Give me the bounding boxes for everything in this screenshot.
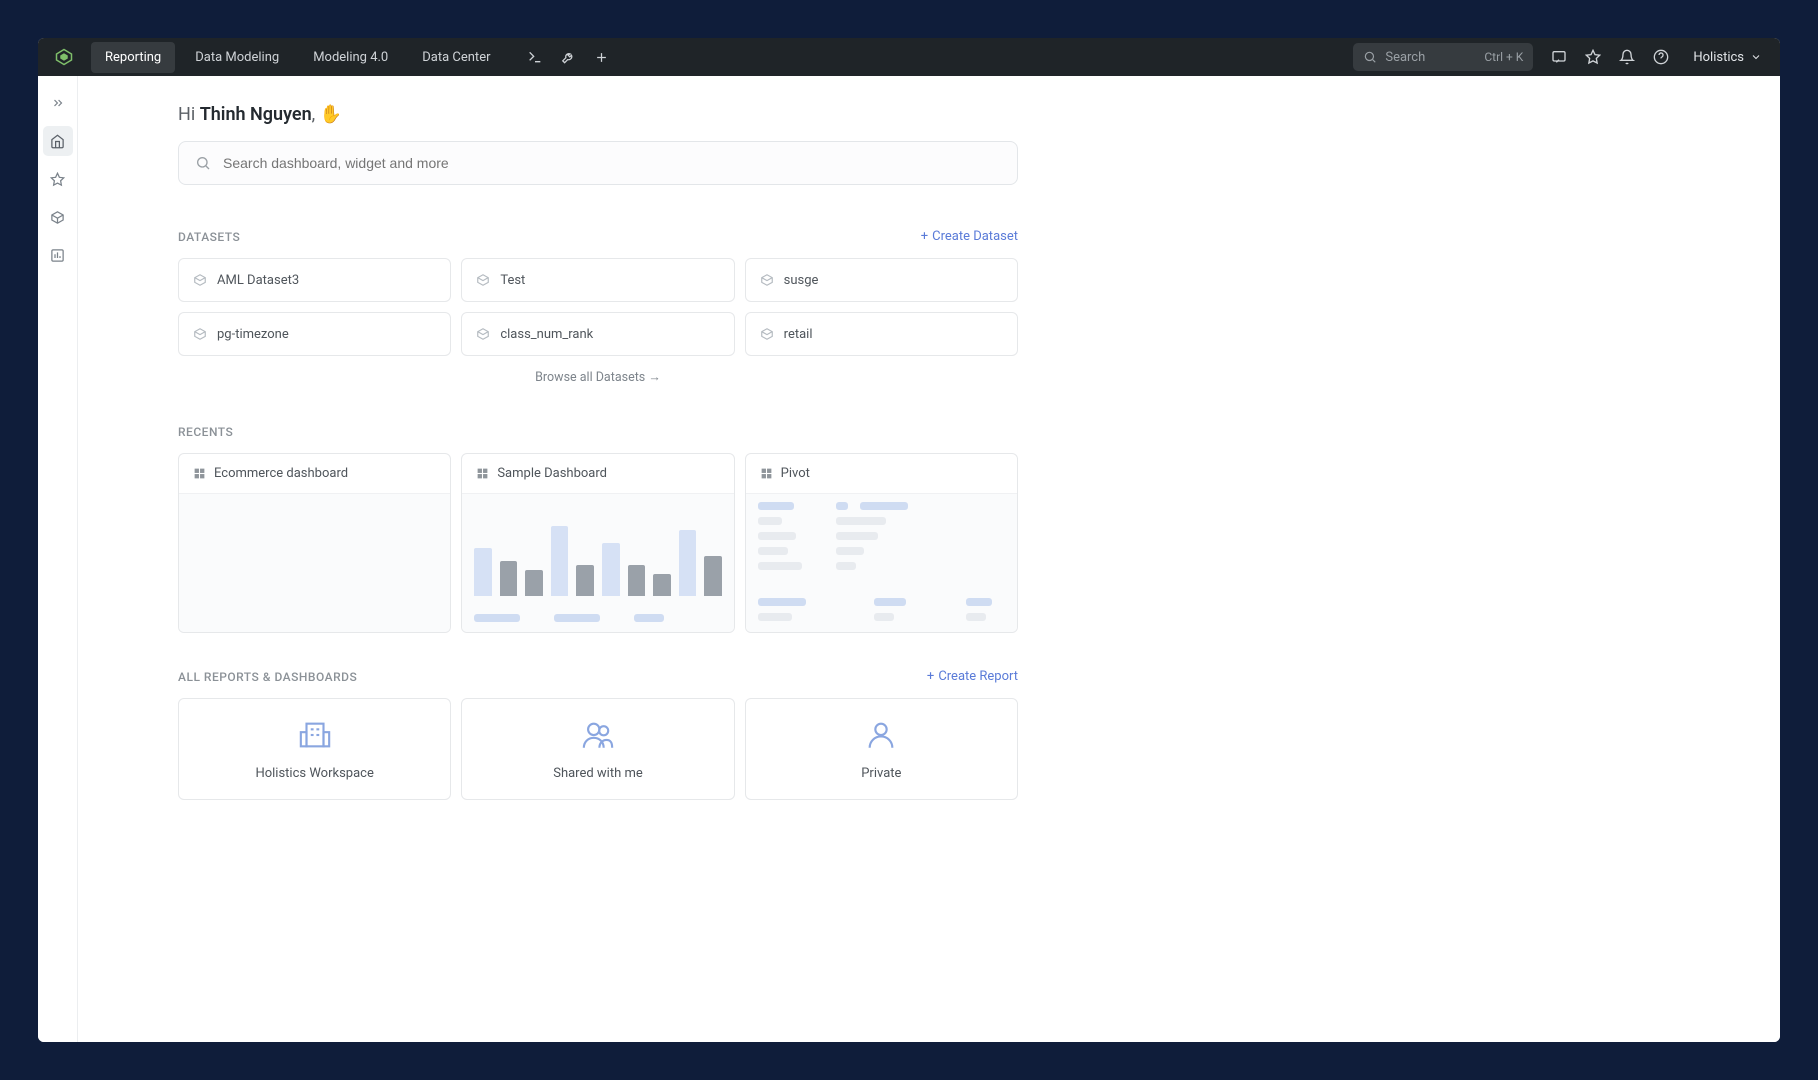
sidebar-datasets[interactable] <box>43 202 73 232</box>
wrench-icon[interactable] <box>561 50 576 65</box>
left-sidebar <box>38 76 78 1042</box>
dataset-label: susge <box>784 273 819 288</box>
recents-grid: Ecommerce dashboard Sample Dashboard <box>178 453 1018 633</box>
folders-title: ALL REPORTS & DASHBOARDS <box>178 670 357 684</box>
recent-label: Pivot <box>781 466 810 481</box>
search-icon <box>195 155 211 171</box>
help-icon[interactable] <box>1653 49 1669 65</box>
dataset-card[interactable]: retail <box>745 312 1018 356</box>
recent-card-pivot[interactable]: Pivot <box>745 453 1018 633</box>
greeting-pre: Hi <box>178 104 200 125</box>
search-placeholder: Search <box>1385 50 1425 65</box>
folder-shared[interactable]: Shared with me <box>461 698 734 800</box>
recent-label: Ecommerce dashboard <box>214 466 348 481</box>
search-shortcut: Ctrl + K <box>1484 50 1523 64</box>
topbar: Reporting Data Modeling Modeling 4.0 Dat… <box>38 38 1780 76</box>
tab-label: Data Modeling <box>195 50 279 65</box>
cube-icon <box>193 327 207 341</box>
folder-workspace[interactable]: Holistics Workspace <box>178 698 451 800</box>
page-search-input[interactable] <box>223 155 1001 171</box>
sidebar-home[interactable] <box>43 126 73 156</box>
folder-label: Holistics Workspace <box>255 766 373 781</box>
tab-reporting[interactable]: Reporting <box>91 42 175 73</box>
tab-label: Data Center <box>422 50 490 65</box>
folders-grid: Holistics Workspace Shared with me Priva… <box>178 698 1018 800</box>
wave-emoji: ✋ <box>320 104 342 125</box>
recent-card-sample[interactable]: Sample Dashboard <box>461 453 734 633</box>
user-label: Holistics <box>1693 50 1744 65</box>
cube-icon <box>760 327 774 341</box>
dataset-card[interactable]: pg-timezone <box>178 312 451 356</box>
greeting-post: , <box>312 104 320 125</box>
dataset-label: retail <box>784 327 813 342</box>
dashboard-icon <box>476 467 489 480</box>
user-icon <box>864 718 898 756</box>
users-icon <box>580 718 616 756</box>
app-logo[interactable] <box>53 46 75 68</box>
create-dataset-button[interactable]: + Create Dataset <box>921 229 1018 244</box>
create-dataset-label: Create Dataset <box>932 229 1018 244</box>
folder-private[interactable]: Private <box>745 698 1018 800</box>
dataset-label: Test <box>500 273 525 288</box>
dashboard-icon <box>760 467 773 480</box>
preview-placeholder <box>179 493 450 632</box>
page-search[interactable] <box>178 141 1018 185</box>
folder-label: Shared with me <box>553 766 643 781</box>
chat-icon[interactable] <box>1551 49 1567 65</box>
preview-chart <box>462 493 733 632</box>
global-search[interactable]: Search Ctrl + K <box>1353 43 1533 71</box>
recent-label: Sample Dashboard <box>497 466 607 481</box>
recents-title: RECENTS <box>178 425 233 439</box>
search-icon <box>1363 50 1377 64</box>
tab-data-center[interactable]: Data Center <box>408 42 504 73</box>
sidebar-favorites[interactable] <box>43 164 73 194</box>
tab-data-modeling[interactable]: Data Modeling <box>181 42 293 73</box>
bell-icon[interactable] <box>1619 49 1635 65</box>
greeting-name: Thinh Nguyen <box>200 104 312 125</box>
datasets-grid: AML Dataset3 Test susge pg-timezone <box>178 258 1018 356</box>
plus-icon: + <box>921 229 928 244</box>
create-report-label: Create Report <box>938 669 1018 684</box>
greeting: Hi Thinh Nguyen, ✋ <box>178 104 1018 125</box>
cube-icon <box>760 273 774 287</box>
chevron-down-icon <box>1750 51 1762 63</box>
cube-icon <box>476 327 490 341</box>
sidebar-reports[interactable] <box>43 240 73 270</box>
create-report-button[interactable]: + Create Report <box>927 669 1018 684</box>
tab-label: Modeling 4.0 <box>313 50 388 65</box>
user-menu[interactable]: Holistics <box>1693 50 1762 65</box>
sidebar-expand[interactable] <box>43 88 73 118</box>
dataset-card[interactable]: class_num_rank <box>461 312 734 356</box>
preview-pivot <box>746 493 1017 632</box>
star-icon[interactable] <box>1585 49 1601 65</box>
cube-icon <box>193 273 207 287</box>
dataset-label: class_num_rank <box>500 327 593 342</box>
building-icon <box>297 718 333 756</box>
plus-icon: + <box>927 669 934 684</box>
recent-card-ecommerce[interactable]: Ecommerce dashboard <box>178 453 451 633</box>
dataset-card[interactable]: AML Dataset3 <box>178 258 451 302</box>
dataset-label: AML Dataset3 <box>217 273 299 288</box>
app-window: Reporting Data Modeling Modeling 4.0 Dat… <box>38 38 1780 1042</box>
tab-label: Reporting <box>105 50 161 65</box>
browse-label: Browse all Datasets → <box>535 370 661 385</box>
dataset-card[interactable]: susge <box>745 258 1018 302</box>
browse-datasets-link[interactable]: Browse all Datasets → <box>178 370 1018 385</box>
datasets-title: DATASETS <box>178 230 240 244</box>
folder-label: Private <box>861 766 901 781</box>
dashboard-icon <box>193 467 206 480</box>
cube-icon <box>476 273 490 287</box>
dataset-label: pg-timezone <box>217 327 289 342</box>
dataset-card[interactable]: Test <box>461 258 734 302</box>
plus-icon[interactable] <box>594 50 609 65</box>
top-nav-tabs: Reporting Data Modeling Modeling 4.0 Dat… <box>91 42 505 73</box>
main-content: Hi Thinh Nguyen, ✋ DATASETS + Create Dat… <box>78 76 1780 1042</box>
tab-modeling-4[interactable]: Modeling 4.0 <box>299 42 402 73</box>
terminal-icon[interactable] <box>527 49 543 65</box>
